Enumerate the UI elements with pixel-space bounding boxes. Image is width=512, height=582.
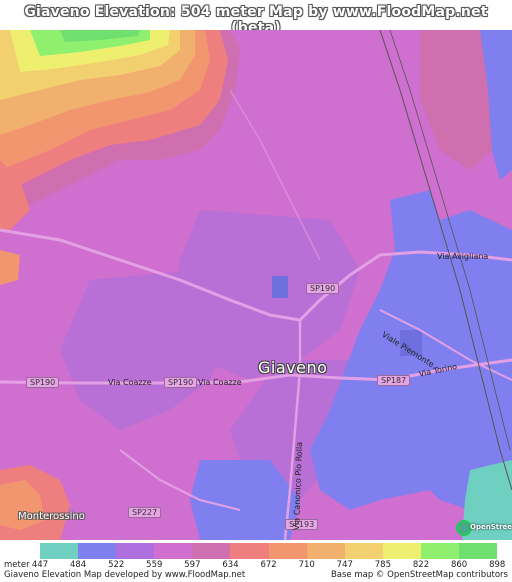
- legend-tick-label: 597: [184, 560, 201, 570]
- legend-swatch: [116, 543, 155, 559]
- town-label-giaveno: Giaveno: [258, 358, 328, 377]
- road-label-sp190-center: SP190: [164, 377, 198, 388]
- legend-swatch: [268, 543, 307, 559]
- legend-tick-label: 785: [374, 560, 392, 570]
- openstreetmap-logo[interactable]: OpenStreetMap: [456, 518, 512, 538]
- legend-swatch: [420, 543, 460, 559]
- legend-swatch: [344, 543, 383, 559]
- footer: Giaveno Elevation Map developed by www.F…: [0, 570, 512, 582]
- legend-tick-label: 447: [31, 560, 49, 570]
- legend-swatch: [154, 543, 193, 559]
- footer-credit-osm: Base map © OpenStreetMap contributors: [330, 570, 508, 580]
- footer-credit-floodmap: Giaveno Elevation Map developed by www.F…: [4, 570, 246, 580]
- legend-tick-label: 559: [146, 560, 163, 570]
- elevation-map[interactable]: SP190 SP190 SP190 SP187 SP227 SP193 Via …: [0, 30, 512, 540]
- legend-swatch: [230, 543, 269, 559]
- street-label-via-avigliana: Via Avigliana: [437, 252, 489, 261]
- legend-swatches: [40, 543, 498, 559]
- street-label-via-coazze-west: Via Coazze: [108, 378, 152, 387]
- legend-swatch: [192, 543, 231, 559]
- elevation-legend: meter 447 484 522 559 597 634 672 710 747 785 822 8…: [0, 540, 512, 570]
- road-label-sp187: SP187: [377, 375, 411, 386]
- legend-tick-label: 747: [336, 560, 353, 570]
- osm-logo-text: OpenStreetMap: [470, 523, 512, 531]
- legend-tick-label: 484: [69, 560, 87, 570]
- legend-swatch: [306, 543, 345, 559]
- legend-tick-label: 634: [222, 560, 239, 570]
- legend-tick-label: 710: [298, 560, 315, 570]
- road-label-sp193: SP193: [285, 519, 319, 530]
- legend-tick-label: 860: [450, 560, 468, 570]
- legend-tick-label: 898: [489, 560, 506, 570]
- hamlet-label-monterossino: Monterossino: [18, 511, 85, 522]
- legend-swatch: [382, 543, 421, 559]
- road-label-sp190-west: SP190: [26, 377, 60, 388]
- legend-swatch: [40, 543, 79, 559]
- legend-swatch: [459, 543, 498, 559]
- elevation-map-canvas: [0, 30, 512, 540]
- road-label-sp227: SP227: [128, 507, 162, 518]
- title-bar: Giaveno Elevation: 504 meter Map by www.…: [0, 0, 512, 36]
- legend-tick-label: 522: [108, 560, 125, 570]
- legend-tick-label: 672: [260, 560, 277, 570]
- legend-tick-label: 822: [412, 560, 430, 570]
- street-label-via-coazze-east: Via Coazze: [198, 378, 242, 387]
- legend-swatch: [78, 543, 117, 559]
- road-label-sp190-north: SP190: [306, 283, 340, 294]
